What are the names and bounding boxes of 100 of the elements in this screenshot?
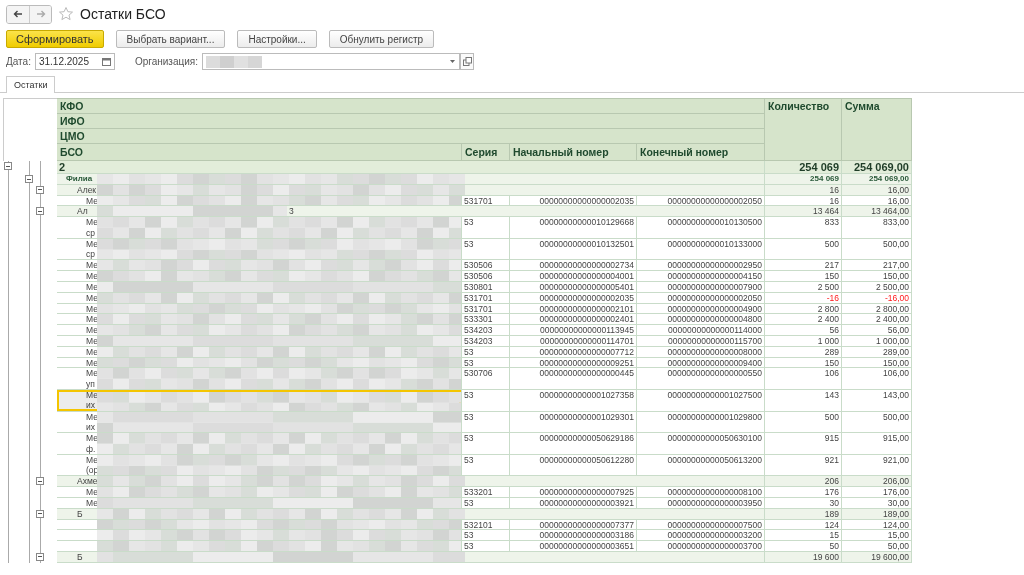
quantity-cell: 56 [765, 325, 842, 336]
header-cell: ИФО [57, 114, 765, 129]
open-button[interactable] [460, 53, 474, 70]
tree-toggle[interactable] [36, 477, 44, 486]
series-cell: 530801 [462, 281, 510, 293]
quantity-cell: 189 [765, 508, 842, 520]
quantity-cell: 500 [765, 411, 842, 434]
column-header: Сумма [842, 98, 912, 161]
name-cell[interactable]: Ме ср [57, 238, 462, 261]
item-name: Ме уп [86, 368, 98, 389]
sum-cell: 289,00 [842, 346, 912, 358]
start-number-cell: 00000000000000002035 [510, 292, 637, 304]
name-cell[interactable]: Ме [57, 260, 462, 272]
name-cell[interactable]: Ме [57, 271, 462, 282]
toolbar-button[interactable]: Обнулить регистр [328, 30, 435, 48]
tree-toggle[interactable] [36, 552, 44, 561]
name-cell[interactable]: Ме уп [57, 368, 462, 390]
name-cell[interactable]: Ме [57, 487, 462, 498]
series-cell: 53 [462, 497, 510, 509]
tab[interactable]: Остатки [6, 76, 56, 93]
quantity-cell: 2 500 [765, 281, 842, 293]
tree-toggle[interactable] [36, 207, 44, 216]
item-name: Ме [86, 497, 98, 508]
column-header: Конечный номер [637, 144, 765, 161]
name-cell[interactable]: Ме ср [57, 217, 462, 239]
end-number-cell: 00000000000000000550 [637, 368, 765, 390]
sum-cell: 13 464,00 [842, 206, 912, 218]
header-cell: КФО [57, 98, 765, 114]
name-cell[interactable] [57, 519, 462, 531]
toolbar-button[interactable]: Настройки... [237, 30, 317, 48]
start-number-cell: 00000000000000003921 [510, 497, 637, 509]
name-cell[interactable]: Ме [57, 335, 462, 347]
sum-cell: 921,00 [842, 454, 912, 477]
name-cell[interactable]: Ме [57, 292, 462, 304]
end-number-cell: 00000000000000007900 [637, 281, 765, 293]
sum-cell: 833,00 [842, 217, 912, 239]
quantity-cell: 915 [765, 433, 842, 455]
column-header: Начальный номер [510, 144, 637, 161]
end-number-cell: 00000000000001027500 [637, 389, 765, 412]
toolbar-button[interactable]: Выбрать вариант... [115, 30, 226, 48]
redaction-mosaic [206, 55, 262, 68]
quantity-cell: 1 000 [765, 335, 842, 347]
forward-arrow-icon [35, 10, 46, 18]
name-cell[interactable]: Ме их [57, 411, 462, 434]
quantity-cell: 19 600 [765, 551, 842, 563]
name-cell[interactable]: Ме [57, 325, 462, 336]
sum-cell: 254 069,00 [842, 161, 912, 174]
name-cell[interactable]: Ме [57, 357, 462, 369]
name-cell[interactable] [57, 530, 462, 542]
toolbar-button[interactable]: Сформировать [6, 30, 104, 48]
item-name: Ме их [86, 411, 98, 433]
series-cell: 53 [462, 238, 510, 261]
dropdown-caret-icon[interactable] [449, 59, 456, 64]
end-number-cell: 00000000000000003700 [637, 541, 765, 552]
date-field[interactable]: 31.12.2025 [34, 53, 115, 70]
calendar-icon[interactable] [101, 57, 111, 66]
quantity-cell: 13 464 [765, 206, 842, 218]
tree-toggle[interactable] [4, 162, 12, 170]
quantity-cell: 206 [765, 476, 842, 488]
sum-cell: 254 069,00 [842, 174, 912, 185]
back-button[interactable] [7, 5, 29, 23]
item-name: Ме [86, 292, 98, 303]
name-cell[interactable]: Ме [57, 281, 462, 293]
tree-toggle[interactable] [36, 185, 44, 194]
group-name: Б [77, 508, 83, 519]
start-number-cell: 00000000000000007712 [510, 346, 637, 358]
series-cell: 53 [462, 530, 510, 542]
series-cell: 534203 [462, 335, 510, 347]
series-cell: 534203 [462, 325, 510, 336]
star-icon[interactable] [58, 6, 74, 22]
tree-toggle[interactable] [36, 509, 44, 518]
start-number-cell: 00000000000000005401 [510, 281, 637, 293]
tree-toggle[interactable] [25, 175, 33, 183]
start-number-cell: 00000000000001029301 [510, 411, 637, 434]
series-cell: 53 [462, 433, 510, 455]
end-number-cell: 00000000000000114000 [637, 325, 765, 336]
name-cell[interactable]: Ме [57, 346, 462, 358]
start-number-cell: 00000000000050629186 [510, 433, 637, 455]
name-cell[interactable] [57, 541, 462, 552]
sum-cell: 16,00 [842, 184, 912, 196]
sum-cell: 500,00 [842, 411, 912, 434]
quantity-cell: 150 [765, 271, 842, 282]
sum-cell: 15,00 [842, 530, 912, 542]
name-cell[interactable]: Ме [57, 303, 462, 315]
sum-cell: 106,00 [842, 368, 912, 390]
name-cell[interactable]: Ме [57, 314, 462, 326]
end-number-cell: 00000000000000003950 [637, 497, 765, 509]
item-name: Ме [86, 260, 98, 271]
name-cell[interactable]: Ме [57, 497, 462, 509]
date-label: Дата: [6, 56, 31, 67]
name-cell[interactable]: Ме ф. [57, 433, 462, 455]
item-name: Ме [86, 487, 98, 497]
start-number-cell: 00000000000000003651 [510, 541, 637, 552]
sum-cell: 217,00 [842, 260, 912, 272]
item-name: Ме ф. [86, 433, 98, 454]
organization-field[interactable] [202, 53, 460, 70]
item-name: Ме [86, 281, 98, 292]
name-cell[interactable]: Ме [57, 195, 462, 207]
quantity-cell: 289 [765, 346, 842, 358]
item-name: Ме [86, 357, 98, 368]
